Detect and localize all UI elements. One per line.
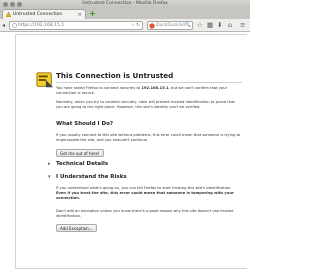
warning-icon [6,12,11,17]
risks-arrow-icon[interactable]: ▾ [48,174,51,180]
close-tab-icon[interactable]: × [78,11,82,19]
title-bar: Untrusted Connection - Mozilla Firefox [0,0,250,8]
window-title: Untrusted Connection - Mozilla Firefox [82,1,168,6]
new-tab-icon[interactable]: + [89,9,96,18]
normally-text: Normally, when you try to connect secure… [56,100,235,109]
title-divider [56,82,242,83]
what-should-i-do-heading: What Should I Do? [56,121,114,127]
bookmark-icon[interactable]: ☆ [197,21,203,30]
globe-icon [12,23,17,28]
reload-icon[interactable]: ☆ ↻ [131,22,140,29]
navigation-toolbar: ◂ https://192.168.15.1 ☆ ↻ DuckDuckGo 🔍 … [0,19,250,32]
search-placeholder: DuckDuckGo [156,23,186,28]
url-text[interactable]: https://192.168.15.1 [18,22,64,29]
error-card [15,34,247,269]
back-icon[interactable]: ◂ [2,22,5,29]
tab-untrusted-connection[interactable]: Untrusted Connection × [2,9,86,19]
certificate-warning-icon [36,72,54,88]
dont-add-exception-text: Don't add an exception unless you know t… [56,209,234,218]
menu-icon[interactable]: ≡ [240,21,245,30]
duckduckgo-icon [149,23,155,29]
what-should-i-do-text: If you usually connect to this site with… [56,133,241,142]
tab-label: Untrusted Connection [13,12,63,17]
risks-text: If you understand what's going on, you c… [56,186,234,200]
technical-details-heading[interactable]: Technical Details [56,161,108,167]
download-icon[interactable]: ⬇ [217,21,222,30]
tab-bar: Untrusted Connection × + [0,8,250,19]
page-title: This Connection is Untrusted [56,71,174,80]
understand-risks-heading[interactable]: I Understand the Risks [56,174,127,180]
add-exception-button[interactable]: Add Exception... [56,224,97,232]
search-icon[interactable]: 🔍 [185,22,191,29]
intro-text: You have asked Firefox to connect secure… [56,86,228,95]
get-me-out-button[interactable]: Get me out of here! [56,149,104,157]
technical-details-arrow-icon[interactable]: ▸ [48,161,51,167]
search-input[interactable]: DuckDuckGo 🔍 [147,21,193,30]
library-icon[interactable]: ▦ [207,21,213,30]
home-icon[interactable]: ⌂ [228,21,232,30]
url-bar[interactable]: https://192.168.15.1 ☆ ↻ [9,21,143,30]
